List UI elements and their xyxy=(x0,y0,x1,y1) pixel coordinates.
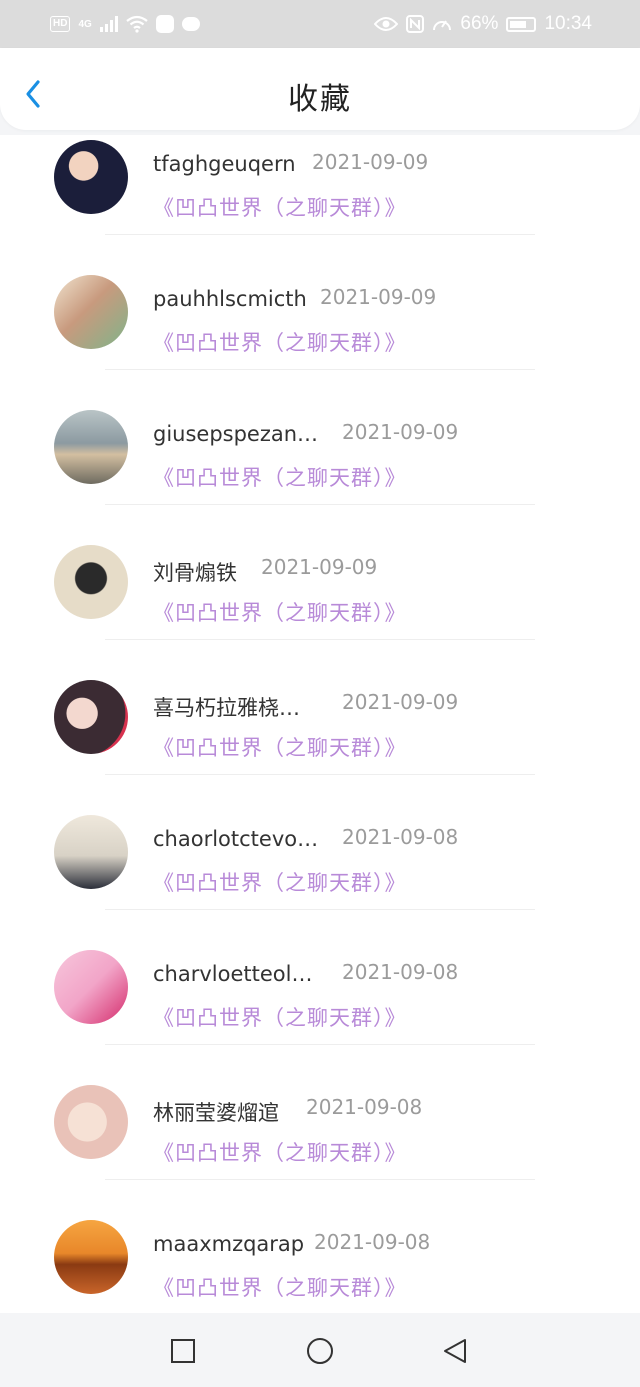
user-name: maaxmzqarap xyxy=(153,1232,305,1256)
avatar[interactable] xyxy=(54,275,128,349)
group-name[interactable]: 《凹凸世界（之聊天群）》 xyxy=(153,1002,407,1032)
avatar[interactable] xyxy=(54,950,128,1024)
list-item[interactable]: maaxmzqarap 2021-09-08 《凹凸世界（之聊天群）》 xyxy=(0,1180,640,1313)
page-title: 收藏 xyxy=(288,82,352,117)
group-name[interactable]: 《凹凸世界（之聊天群）》 xyxy=(153,597,407,627)
eye-icon xyxy=(374,17,399,31)
group-name[interactable]: 《凹凸世界（之聊天群）》 xyxy=(153,1272,407,1302)
battery-percent: 66% xyxy=(460,13,499,34)
avatar[interactable] xyxy=(54,140,128,214)
group-name[interactable]: 《凹凸世界（之聊天群）》 xyxy=(153,192,407,222)
group-name[interactable]: 《凹凸世界（之聊天群）》 xyxy=(153,867,407,897)
wechat-icon xyxy=(181,17,200,31)
avatar[interactable] xyxy=(54,1220,128,1294)
speed-icon xyxy=(433,20,452,31)
status-right: 66% 10:34 xyxy=(374,13,592,35)
home-button[interactable] xyxy=(306,1337,334,1365)
wifi-icon xyxy=(126,15,148,33)
list-item[interactable]: charvloetteol… 2021-09-08 《凹凸世界（之聊天群）》 xyxy=(0,910,640,1045)
list-item[interactable]: tfaghgeuqern 2021-09-09 《凹凸世界（之聊天群）》 xyxy=(0,135,640,235)
user-name: giusepspezan… xyxy=(153,422,319,446)
user-name: charvloetteol… xyxy=(153,962,313,986)
group-name[interactable]: 《凹凸世界（之聊天群）》 xyxy=(153,1137,407,1167)
recent-apps-button[interactable] xyxy=(169,1337,197,1365)
network-type: 4G xyxy=(78,18,92,30)
back-nav-button[interactable] xyxy=(441,1337,469,1365)
group-name[interactable]: 《凹凸世界（之聊天群）》 xyxy=(153,732,407,762)
favorite-date: 2021-09-09 xyxy=(342,420,459,444)
list-item[interactable]: 林丽莹婆熘逭 2021-09-08 《凹凸世界（之聊天群）》 xyxy=(0,1045,640,1180)
favorite-date: 2021-09-08 xyxy=(342,960,459,984)
battery-icon xyxy=(506,16,537,32)
list-item[interactable]: chaorlotctevo… 2021-09-08 《凹凸世界（之聊天群）》 xyxy=(0,775,640,910)
list-item[interactable]: pauhhlscmicth 2021-09-09 《凹凸世界（之聊天群）》 xyxy=(0,235,640,370)
list-item[interactable]: 刘骨煽铁 2021-09-09 《凹凸世界（之聊天群）》 xyxy=(0,505,640,640)
nfc-icon xyxy=(406,15,425,33)
favorite-date: 2021-09-09 xyxy=(312,150,429,174)
favorite-date: 2021-09-09 xyxy=(261,555,378,579)
avatar[interactable] xyxy=(54,410,128,484)
avatar[interactable] xyxy=(54,1085,128,1159)
user-name: 喜马朽拉雅桡… xyxy=(153,696,300,720)
app-notification-icon xyxy=(155,15,174,33)
app-header: 收藏 xyxy=(0,48,640,130)
avatar[interactable] xyxy=(54,680,128,754)
list-item[interactable]: 喜马朽拉雅桡… 2021-09-09 《凹凸世界（之聊天群）》 xyxy=(0,640,640,775)
favorites-list: tfaghgeuqern 2021-09-09 《凹凸世界（之聊天群）》 pau… xyxy=(0,135,640,1313)
clock: 10:34 xyxy=(544,13,592,34)
signal-icon xyxy=(99,16,118,32)
favorite-date: 2021-09-09 xyxy=(342,690,459,714)
avatar[interactable] xyxy=(54,815,128,889)
list-item[interactable]: giusepspezan… 2021-09-09 《凹凸世界（之聊天群）》 xyxy=(0,370,640,505)
user-name: chaorlotctevo… xyxy=(153,827,319,851)
user-name: 林丽莹婆熘逭 xyxy=(153,1101,279,1125)
avatar[interactable] xyxy=(54,545,128,619)
user-name: tfaghgeuqern xyxy=(153,152,296,176)
hd-indicator: HD xyxy=(50,16,71,32)
group-name[interactable]: 《凹凸世界（之聊天群）》 xyxy=(153,327,407,357)
favorite-date: 2021-09-09 xyxy=(320,285,437,309)
favorite-date: 2021-09-08 xyxy=(306,1095,423,1119)
status-left: HD 4G xyxy=(50,15,200,33)
user-name: pauhhlscmicth xyxy=(153,287,307,311)
group-name[interactable]: 《凹凸世界（之聊天群）》 xyxy=(153,462,407,492)
system-nav-bar xyxy=(0,1313,640,1387)
user-name: 刘骨煽铁 xyxy=(153,561,237,585)
favorite-date: 2021-09-08 xyxy=(314,1230,431,1254)
favorite-date: 2021-09-08 xyxy=(342,825,459,849)
status-bar: HD 4G 66% 10:34 xyxy=(0,0,640,48)
